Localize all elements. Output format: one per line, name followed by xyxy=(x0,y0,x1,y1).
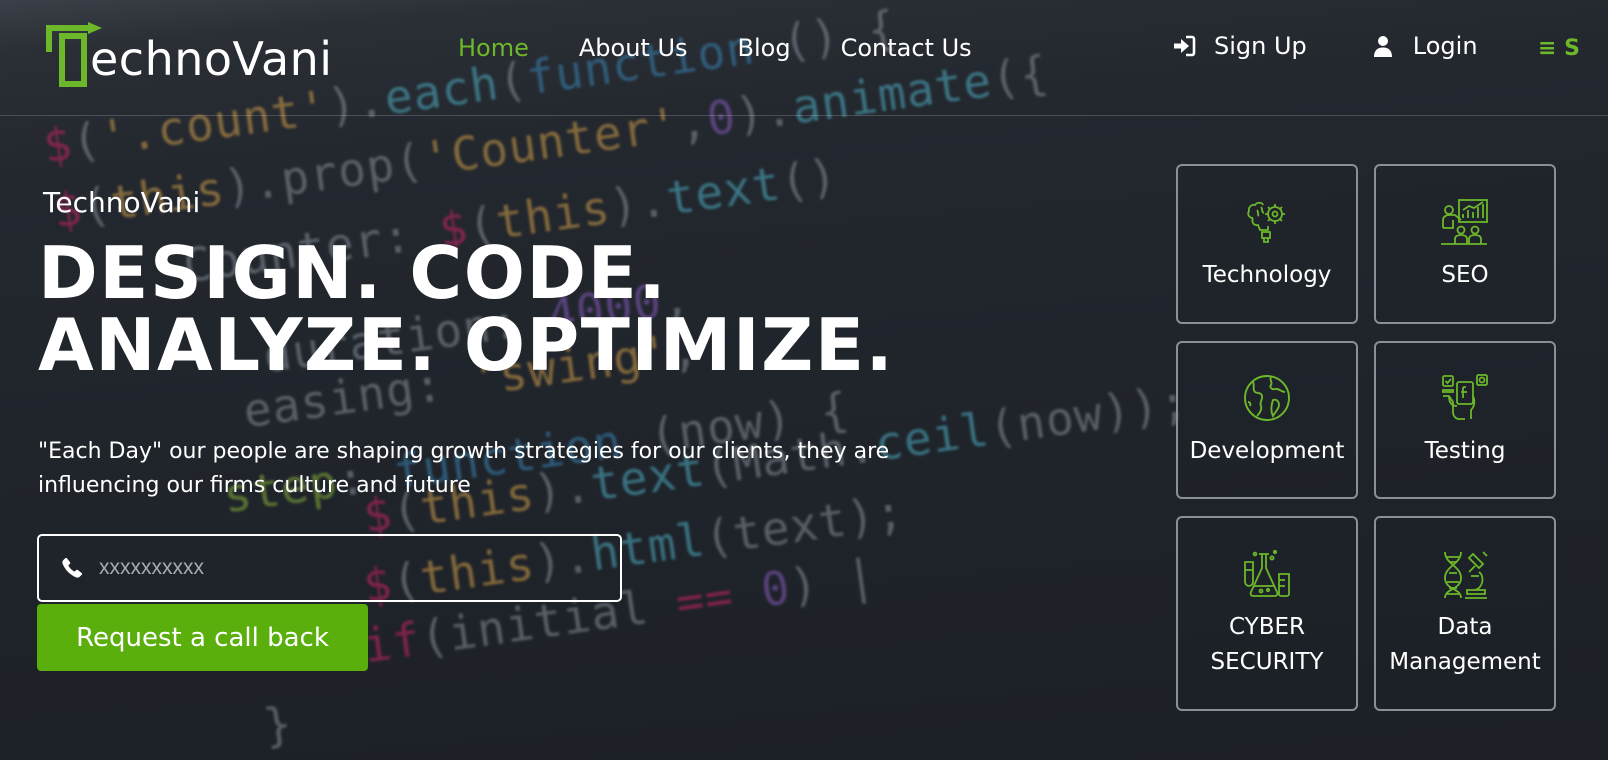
service-tile-cyber-security[interactable]: CYBER SECURITY xyxy=(1176,516,1358,711)
hero-kicker: TechnoVani xyxy=(43,186,201,219)
auth-links: Sign Up Login xyxy=(1172,32,1478,60)
hand-social-icon xyxy=(1442,373,1488,420)
logo-t-arrow-icon xyxy=(46,22,102,87)
brain-gear-icon xyxy=(1247,201,1285,243)
service-label: Technology xyxy=(1202,261,1332,288)
nav-item-blog[interactable]: Blog xyxy=(738,34,791,62)
presentation-chart-icon xyxy=(1441,198,1488,245)
phone-input[interactable] xyxy=(99,556,579,580)
login-link[interactable]: Login xyxy=(1371,32,1478,60)
service-tile-testing[interactable]: Testing xyxy=(1374,341,1556,499)
service-tile-technology[interactable]: Technology xyxy=(1176,164,1358,324)
service-tile-development[interactable]: Development xyxy=(1176,341,1358,499)
service-label: Testing xyxy=(1424,437,1506,464)
dna-microscope-icon xyxy=(1444,550,1488,599)
globe-icon xyxy=(1244,374,1290,421)
hero-description: "Each Day" our people are shaping growth… xyxy=(38,439,890,498)
hero-title-line2: ANALYZE. OPTIMIZE. xyxy=(38,303,895,387)
service-label: SEO xyxy=(1441,261,1489,288)
nav-item-contact-us[interactable]: Contact Us xyxy=(841,34,972,62)
hero-section: TechnoVani DESIGN. CODE. ANALYZE. OPTIMI… xyxy=(38,186,998,503)
logo-text: echnoVani xyxy=(90,32,333,86)
login-label: Login xyxy=(1412,32,1478,60)
menu-toggle[interactable]: ≡ S xyxy=(1538,36,1580,61)
user-icon xyxy=(1373,36,1392,57)
hero-title: DESIGN. CODE. ANALYZE. OPTIMIZE. xyxy=(38,237,998,381)
nav-item-about-us[interactable]: About Us xyxy=(579,34,688,62)
service-tile-seo[interactable]: SEO xyxy=(1374,164,1556,324)
service-label: CYBER SECURITY xyxy=(1210,613,1324,675)
signup-link[interactable]: Sign Up xyxy=(1172,32,1307,60)
site-header: echnoVani Home About Us Blog Contact Us … xyxy=(0,0,1608,116)
service-label: Data Management xyxy=(1389,613,1541,675)
bg-code-line: } xyxy=(260,696,296,754)
sign-in-icon xyxy=(1174,35,1196,57)
lab-flask-icon xyxy=(1244,549,1290,597)
phone-icon xyxy=(62,557,83,578)
service-label: Development xyxy=(1189,437,1345,464)
signup-label: Sign Up xyxy=(1214,32,1307,60)
services-grid: Technology SEO Development Testing CYBER… xyxy=(1176,164,1556,711)
nav-item-home[interactable]: Home xyxy=(458,34,529,62)
request-callback-button[interactable]: Request a call back xyxy=(37,604,368,671)
logo[interactable]: echnoVani xyxy=(44,18,333,88)
main-nav: Home About Us Blog Contact Us xyxy=(458,34,972,62)
phone-field[interactable] xyxy=(37,534,622,602)
service-tile-data-management[interactable]: Data Management xyxy=(1374,516,1556,711)
